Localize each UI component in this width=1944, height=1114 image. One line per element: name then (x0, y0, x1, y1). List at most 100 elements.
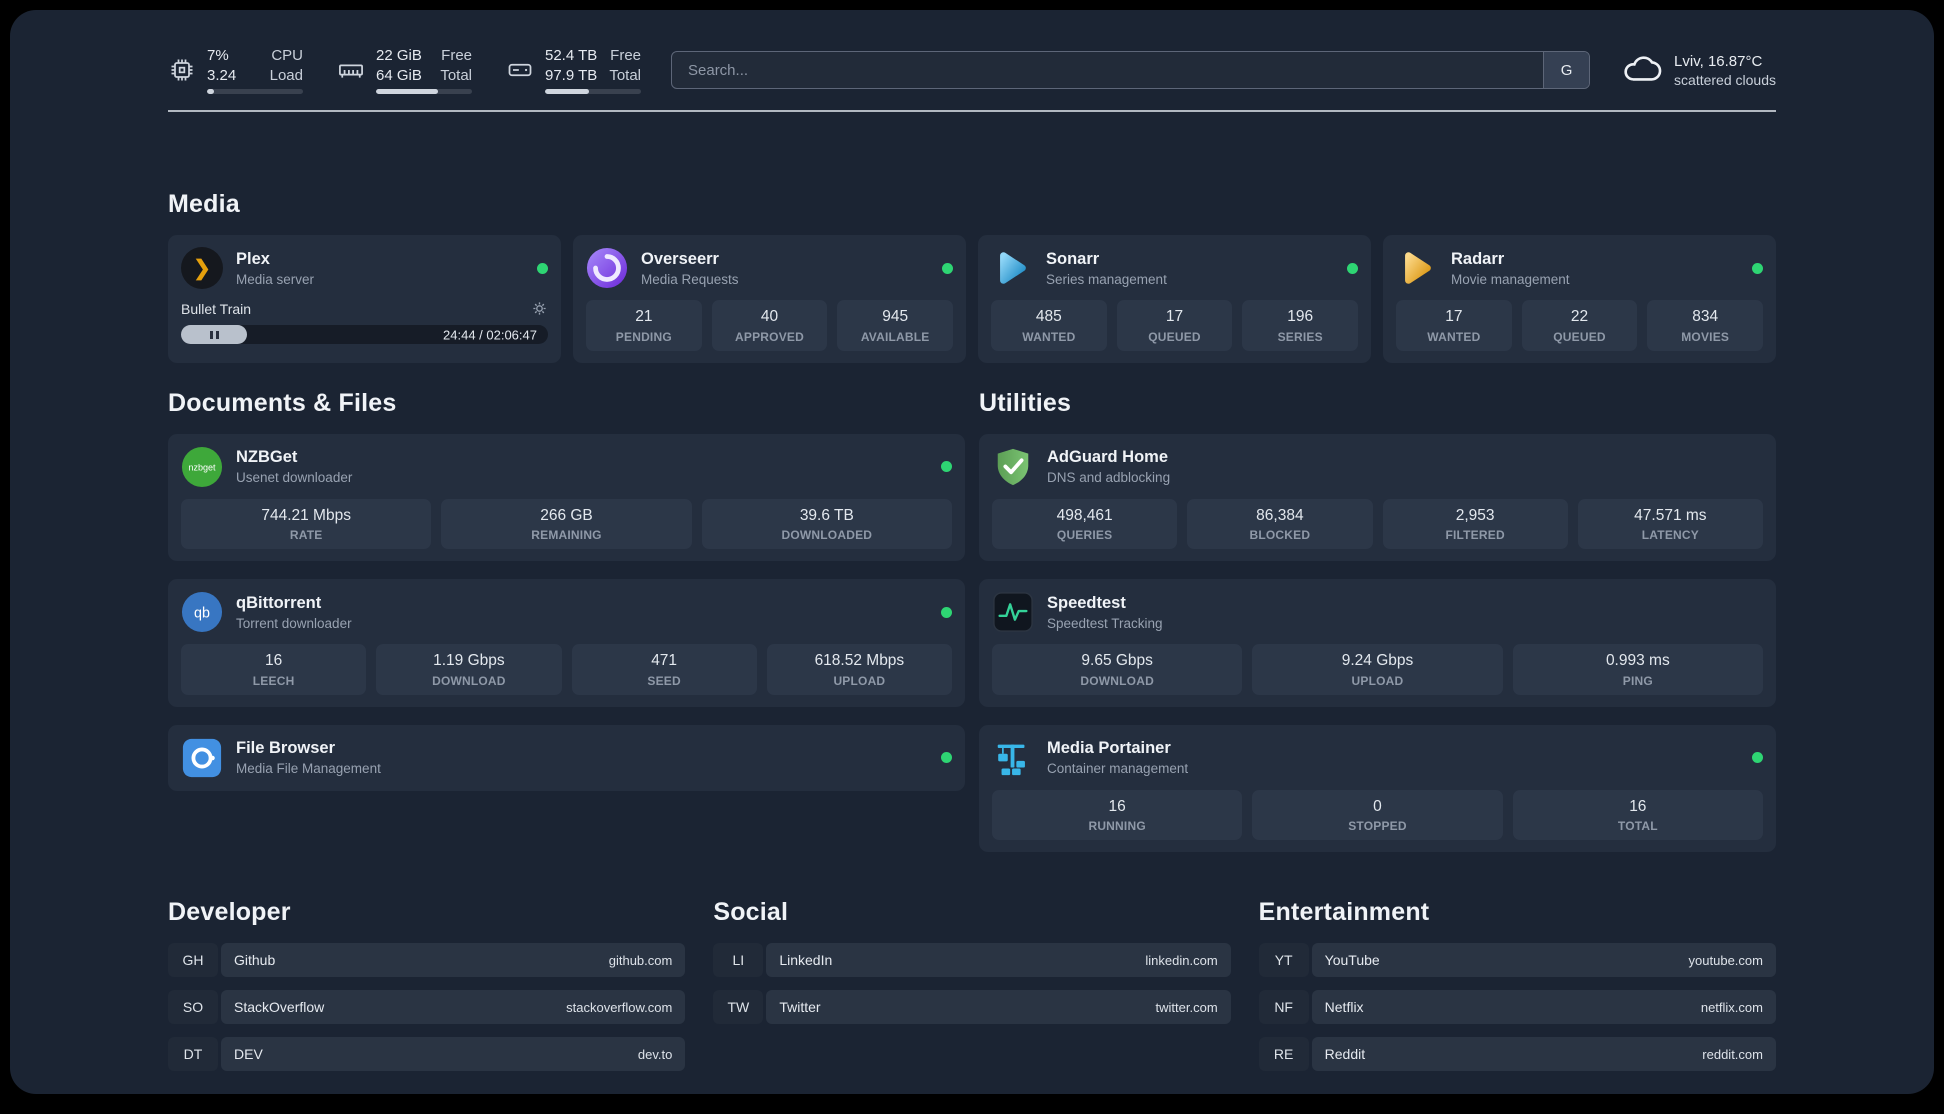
bookmark-name: YouTube (1324, 952, 1380, 969)
bookmark-reddit[interactable]: RE Reddit reddit.com (1258, 1037, 1776, 1072)
bookmark-twitter[interactable]: TW Twitter twitter.com (713, 990, 1231, 1025)
disk-usage-bar (545, 89, 641, 94)
service-name: Radarr (1451, 249, 1505, 268)
service-name: File Browser (236, 739, 336, 758)
stat-block: 744.21 Mbps RATE (181, 498, 432, 550)
cpu-load-label: Load (269, 66, 303, 84)
disk-total: 97.9 TB (545, 66, 598, 84)
bookmark-url: github.com (608, 952, 673, 968)
service-name: Overseerr (641, 249, 719, 268)
playback-time: 24:44 / 02:06:47 (443, 327, 537, 342)
bookmark-group-developer: Developer GH Github github.com SO StackOv… (168, 898, 686, 1072)
stat-block: 9.24 Gbps UPLOAD (1252, 644, 1503, 695)
bookmark-url: netflix.com (1700, 999, 1763, 1015)
cpu-label: CPU (271, 47, 303, 64)
qbittorrent-icon: qb (181, 591, 223, 633)
stat-block: 471 SEED (571, 644, 757, 695)
service-description: Series management (1046, 271, 1167, 287)
stat-block: 86,384 BLOCKED (1187, 498, 1373, 550)
service-card-plex[interactable]: ❯ Plex Media server Bullet Train 24:44 /… (168, 235, 561, 363)
memory-free-label: Free (441, 47, 472, 64)
stat-block: 40 APPROVED (711, 300, 828, 351)
section-title-social: Social (713, 898, 789, 927)
service-description: Media File Management (236, 761, 381, 777)
service-card-overseerr[interactable]: Overseerr Media Requests 21 PENDING 40 APP… (573, 235, 966, 363)
service-card-sonarr[interactable]: Sonarr Series management 485 WANTED 17 QUE… (978, 235, 1371, 363)
pause-button[interactable] (181, 325, 248, 344)
section-title-documents: Documents & Files (168, 388, 397, 417)
service-description: Usenet downloader (236, 470, 353, 486)
search-bar: G (671, 51, 1591, 89)
bookmark-stackoverflow[interactable]: SO StackOverflow stackoverflow.com (168, 990, 686, 1025)
stat-block: 0 STOPPED (1252, 789, 1503, 841)
bookmark-name: Reddit (1324, 1046, 1366, 1063)
plex-icon: ❯ (181, 247, 223, 289)
stat-block: 17 WANTED (1396, 300, 1512, 351)
service-name: qBittorrent (236, 593, 322, 612)
service-description: Movie management (1451, 271, 1570, 287)
disk-free: 52.4 TB (545, 47, 598, 64)
service-card-qbittorrent[interactable]: qb qBittorrent Torrent downloader 16 LEEC… (168, 579, 965, 707)
service-card-radarr[interactable]: Radarr Movie management 17 WANTED 22 QUEUE… (1383, 235, 1776, 363)
bookmark-name: Github (234, 952, 276, 969)
speedtest-icon (992, 591, 1034, 633)
bookmark-abbr: GH (168, 943, 218, 978)
service-name: Sonarr (1046, 249, 1100, 268)
service-name: Media Portainer (1047, 739, 1171, 758)
section-title-entertainment: Entertainment (1258, 898, 1430, 927)
weather-widget: Lviv, 16.87°C scattered clouds (1620, 47, 1776, 94)
bookmark-abbr: TW (713, 990, 764, 1025)
service-description: Container management (1047, 761, 1189, 777)
portainer-icon (992, 737, 1034, 779)
stat-block: 498,461 QUERIES (992, 498, 1178, 550)
cpu-load: 3.24 (207, 66, 237, 84)
bookmark-abbr: RE (1258, 1037, 1309, 1072)
bookmark-url: twitter.com (1155, 999, 1218, 1015)
nzbget-icon: nzbget (181, 446, 223, 488)
bookmark-youtube[interactable]: YT YouTube youtube.com (1258, 943, 1776, 978)
memory-usage-bar (376, 89, 472, 94)
section-media: Media ❯ Plex Media server Bullet Train 2… (168, 190, 1776, 363)
section-documents: Documents & Files nzbget NZBGet Usenet d… (168, 389, 965, 791)
service-description: Media server (236, 271, 315, 287)
top-bar: 7% CPU 3.24 Load 22 GiB Free 64 GiB Total (168, 46, 1776, 94)
status-dot (1752, 752, 1763, 764)
overseerr-icon (586, 247, 628, 289)
disk-free-label: Free (610, 47, 641, 64)
media-progress-bar[interactable]: 24:44 / 02:06:47 (181, 325, 548, 344)
stat-block: 9.65 Gbps DOWNLOAD (992, 644, 1243, 695)
status-dot (941, 461, 952, 473)
bookmark-dev[interactable]: DT DEV dev.to (168, 1037, 686, 1072)
bookmark-abbr: YT (1258, 943, 1309, 978)
bookmark-name: Twitter (779, 999, 821, 1016)
search-input[interactable] (672, 52, 1544, 88)
bookmark-linkedin[interactable]: LI LinkedIn linkedin.com (713, 943, 1231, 978)
stat-block: 17 QUEUED (1116, 300, 1233, 351)
now-playing-title: Bullet Train (181, 300, 252, 317)
stat-block: 16 TOTAL (1512, 789, 1763, 841)
bookmark-abbr: DT (168, 1037, 218, 1072)
service-card-adguard[interactable]: AdGuard Home DNS and adblocking 498,461 Q… (979, 433, 1776, 562)
status-dot (537, 262, 548, 274)
bookmark-name: DEV (234, 1046, 263, 1063)
bookmark-abbr: NF (1258, 990, 1309, 1025)
bookmark-netflix[interactable]: NF Netflix netflix.com (1258, 990, 1776, 1025)
search-provider-button[interactable]: G (1543, 52, 1590, 88)
bookmark-url: linkedin.com (1145, 952, 1218, 968)
bookmark-group-entertainment: Entertainment YT YouTube youtube.com NF N… (1258, 898, 1776, 1072)
disk-icon (506, 56, 534, 84)
status-dot (1347, 262, 1358, 274)
service-name: Plex (236, 249, 270, 268)
gear-icon[interactable] (531, 300, 548, 317)
service-card-nzbget[interactable]: nzbget NZBGet Usenet downloader 744.21 M… (168, 433, 965, 562)
service-card-filebrowser[interactable]: File Browser Media File Management (168, 724, 965, 791)
memory-total-label: Total (440, 66, 472, 84)
bookmark-github[interactable]: GH Github github.com (168, 943, 686, 978)
service-card-portainer[interactable]: Media Portainer Container management 16 R… (979, 724, 1776, 853)
adguard-icon (992, 446, 1034, 488)
cpu-percent: 7% (207, 47, 229, 64)
filebrowser-icon (181, 737, 223, 779)
svg-text:qb: qb (194, 605, 210, 621)
service-card-speedtest[interactable]: Speedtest Speedtest Tracking 9.65 Gbps DO… (979, 579, 1776, 707)
bookmark-abbr: LI (713, 943, 764, 978)
